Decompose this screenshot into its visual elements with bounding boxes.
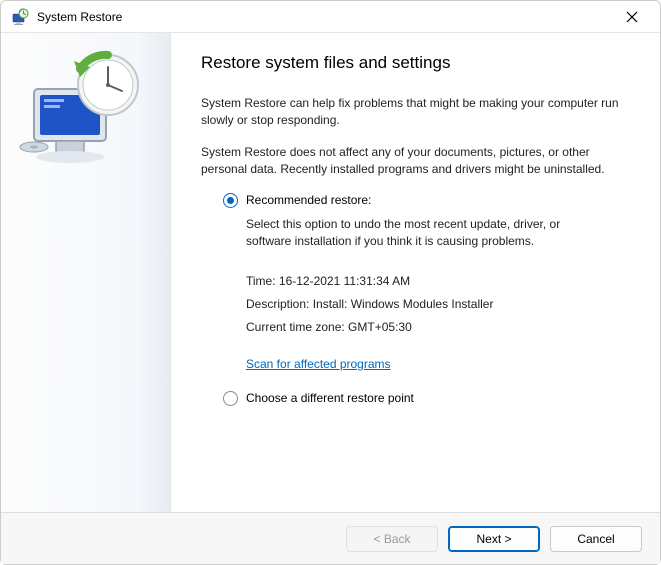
restore-description: Description: Install: Windows Modules In… xyxy=(246,293,626,316)
radio-icon xyxy=(223,193,238,208)
back-button: < Back xyxy=(346,526,438,552)
content-area: Restore system files and settings System… xyxy=(1,33,660,512)
page-heading: Restore system files and settings xyxy=(201,53,626,73)
intro-paragraph-1: System Restore can help fix problems tha… xyxy=(201,95,626,130)
restore-illustration-icon xyxy=(16,49,156,179)
next-button[interactable]: Next > xyxy=(448,526,540,552)
cancel-button[interactable]: Cancel xyxy=(550,526,642,552)
restore-time: Time: 16-12-2021 11:31:34 AM xyxy=(246,270,626,293)
main-panel: Restore system files and settings System… xyxy=(171,33,660,512)
recommended-restore-label: Recommended restore: xyxy=(246,193,371,207)
wizard-sidebar xyxy=(1,33,171,512)
radio-icon xyxy=(223,391,238,406)
close-icon xyxy=(626,11,638,23)
wizard-footer: < Back Next > Cancel xyxy=(1,512,660,564)
window-title: System Restore xyxy=(37,10,614,24)
restore-options: Recommended restore: Select this option … xyxy=(201,193,626,406)
different-restore-point-radio[interactable]: Choose a different restore point xyxy=(223,391,626,406)
system-restore-icon xyxy=(11,8,29,26)
intro-paragraph-2: System Restore does not affect any of yo… xyxy=(201,144,626,179)
different-restore-point-label: Choose a different restore point xyxy=(246,391,414,405)
recommended-restore-description: Select this option to undo the most rece… xyxy=(246,216,606,251)
restore-point-details: Time: 16-12-2021 11:31:34 AM Description… xyxy=(246,270,626,338)
titlebar: System Restore xyxy=(1,1,660,33)
scan-affected-programs-link[interactable]: Scan for affected programs xyxy=(246,357,391,371)
close-button[interactable] xyxy=(614,3,650,31)
recommended-restore-radio[interactable]: Recommended restore: xyxy=(223,193,626,208)
restore-timezone: Current time zone: GMT+05:30 xyxy=(246,316,626,339)
